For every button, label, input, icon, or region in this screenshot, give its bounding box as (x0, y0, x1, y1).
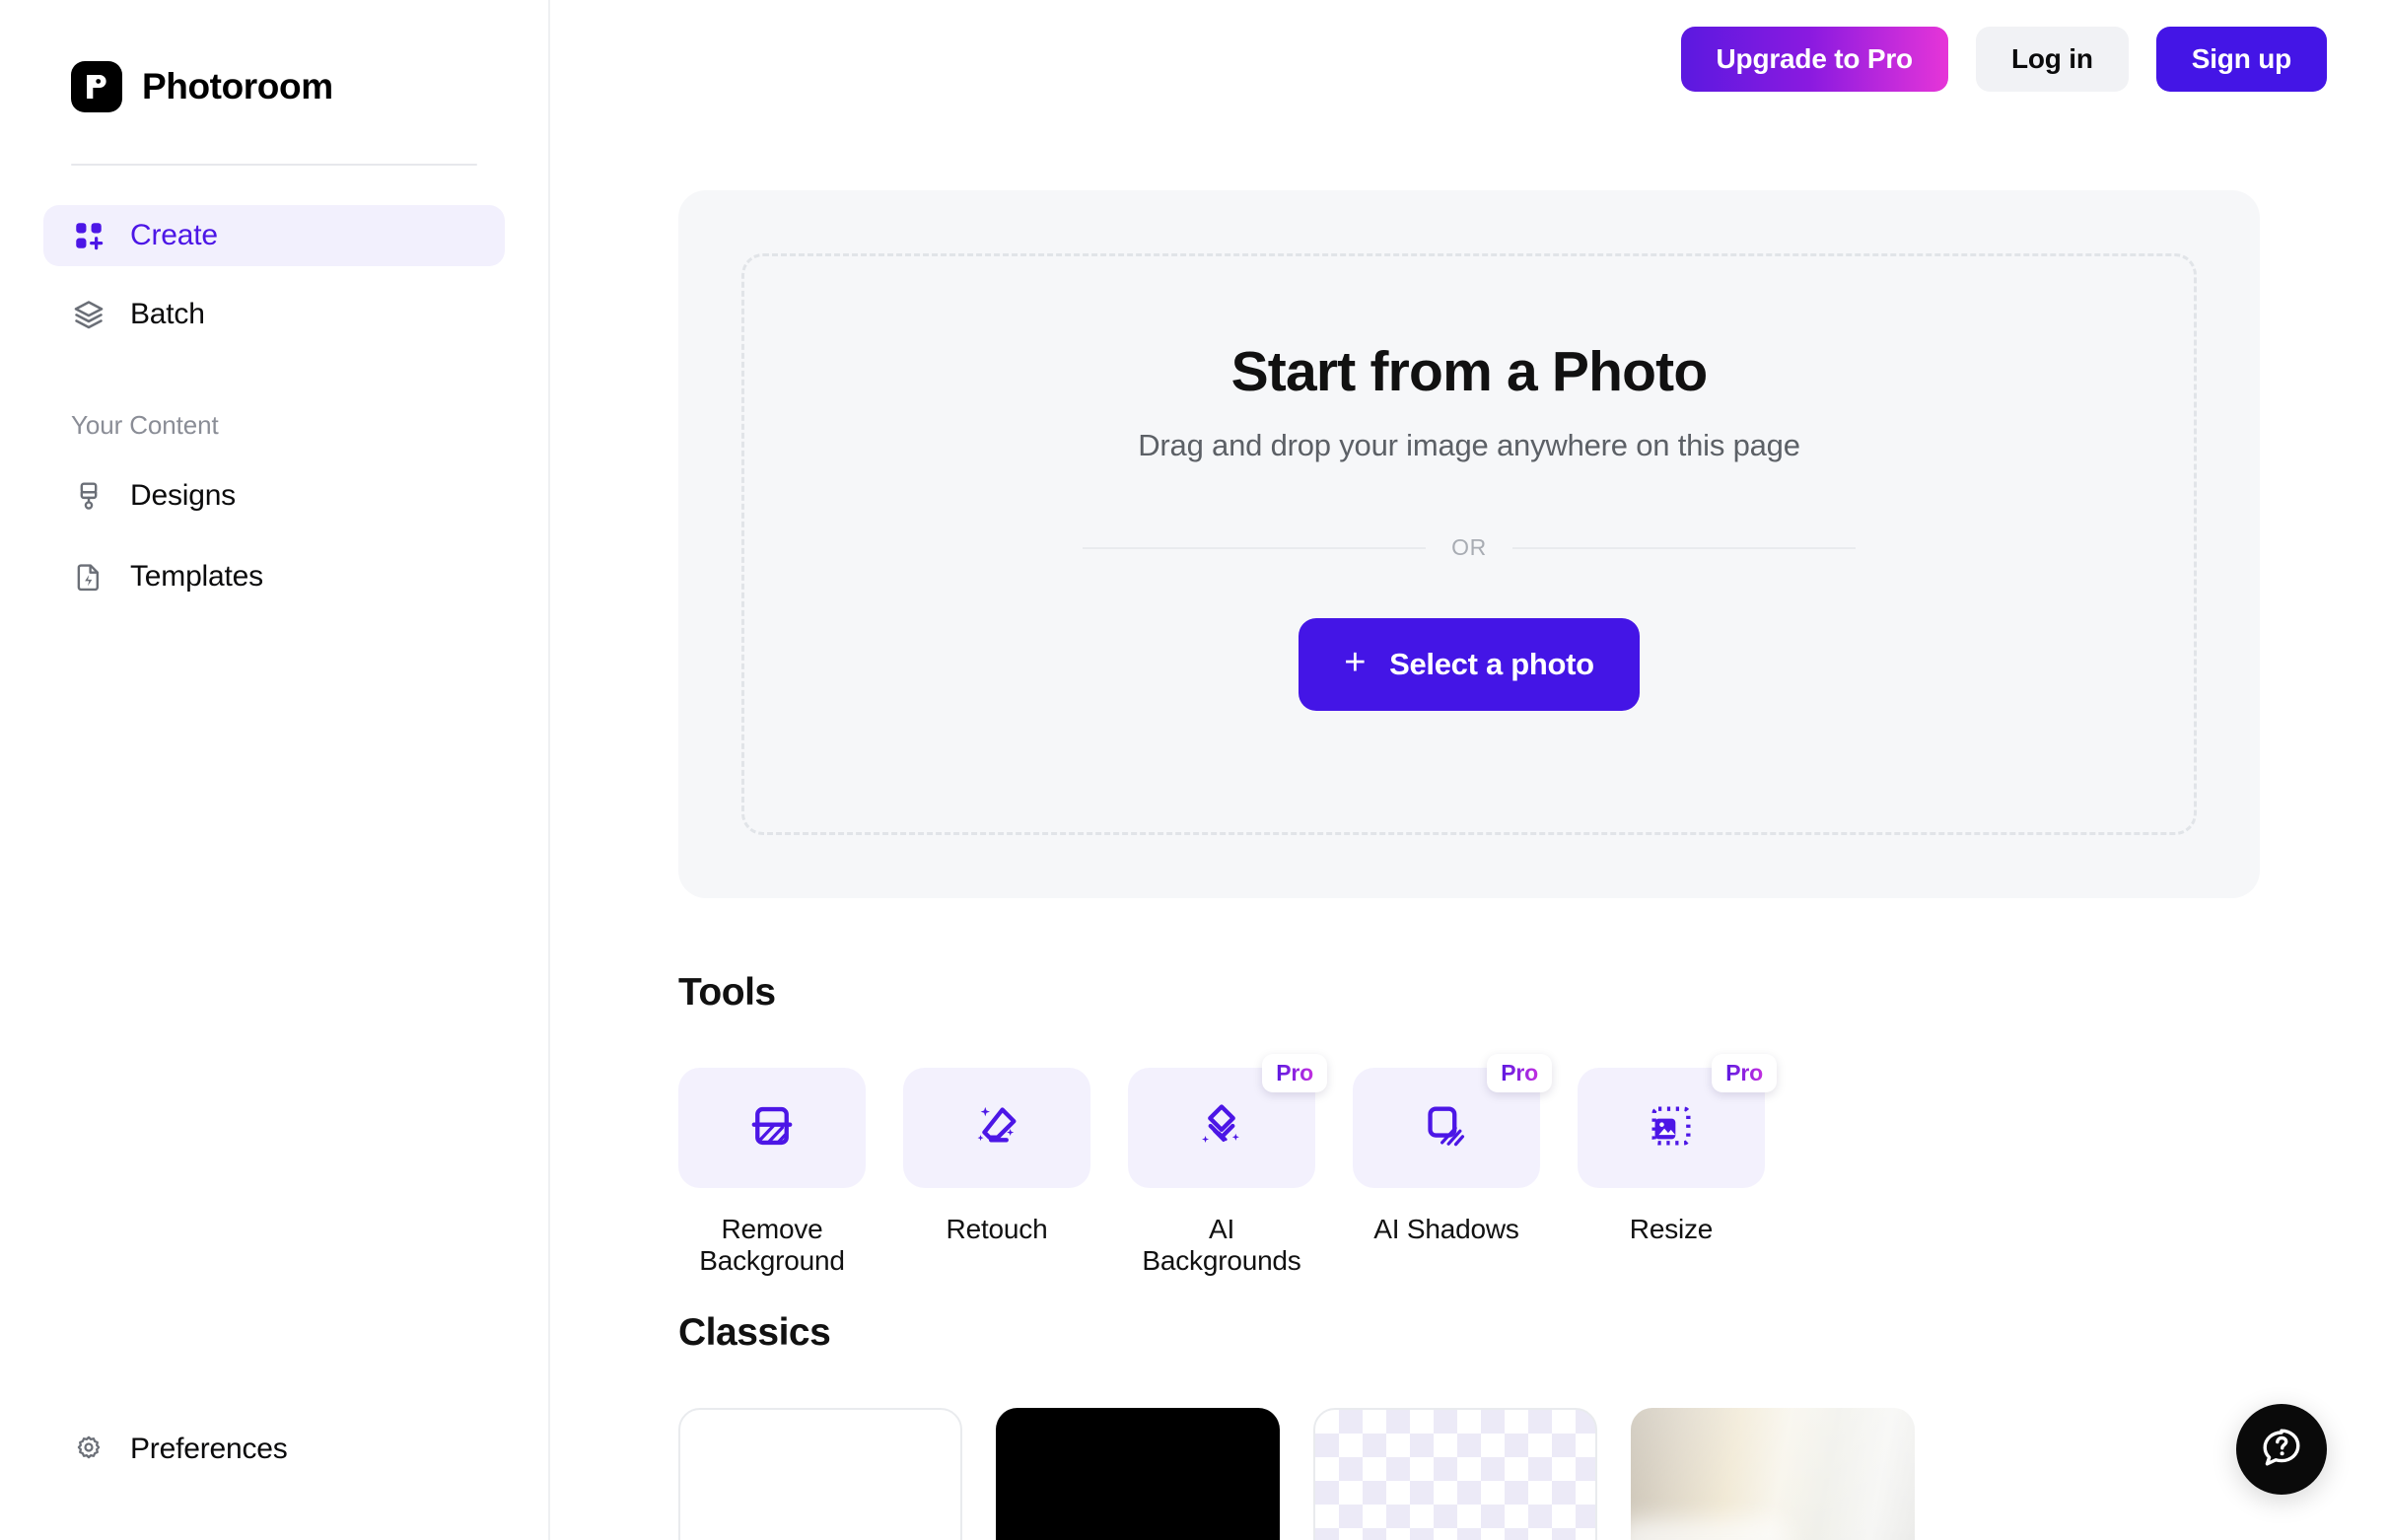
sidebar: Photoroom Create Batch Your Content Desi… (0, 0, 550, 1540)
classics-heading: Classics (678, 1311, 831, 1354)
hero-card: Start from a Photo Drag and drop your im… (678, 190, 2260, 898)
pro-badge-label: Pro (1725, 1060, 1763, 1085)
or-divider: OR (1083, 534, 1857, 561)
pro-badge-label: Pro (1276, 1060, 1313, 1085)
sidebar-item-designs[interactable]: Designs (43, 466, 505, 525)
tool-retouch[interactable]: Retouch (903, 1068, 1090, 1278)
tool-label: Retouch (946, 1214, 1048, 1244)
help-button[interactable] (2236, 1404, 2327, 1495)
tool-label: AI Shadows (1373, 1214, 1519, 1244)
remove-background-icon (746, 1100, 798, 1156)
tool-remove-background[interactable]: Remove Background (678, 1068, 866, 1278)
select-a-photo-button[interactable]: + Select a photo (1299, 618, 1640, 711)
main-content: Upgrade to Pro Log in Sign up Start from… (550, 0, 2388, 1540)
sidebar-item-label: Create (130, 219, 218, 251)
tools-section: Tools Remove Background Retouch Pro AI B… (678, 971, 1777, 1278)
tools-heading: Tools (678, 971, 776, 1014)
brand-name: Photoroom (142, 66, 333, 106)
pro-badge: Pro (1262, 1054, 1327, 1092)
tool-tile: Pro (1128, 1054, 1327, 1188)
tool-ai-backgrounds[interactable]: Pro AI Backgrounds (1128, 1054, 1327, 1278)
tool-label: Resize (1629, 1214, 1714, 1244)
sidebar-item-create[interactable]: Create (43, 205, 505, 266)
layers-icon (71, 297, 106, 332)
sidebar-item-label: Preferences (130, 1433, 288, 1465)
classic-card-transparent[interactable] (1313, 1408, 1597, 1540)
classics-section: Classics (678, 1311, 1915, 1540)
classic-card-white[interactable] (678, 1408, 962, 1540)
plus-icon: + (1344, 642, 1367, 683)
tools-row: Remove Background Retouch Pro AI Backgro… (678, 1054, 1777, 1278)
sidebar-item-label: Batch (130, 298, 205, 330)
gear-icon (71, 1432, 106, 1467)
pro-badge: Pro (1712, 1054, 1777, 1092)
ai-backgrounds-icon (1196, 1100, 1247, 1156)
tool-resize[interactable]: Pro Resize (1578, 1054, 1777, 1278)
divider-line-right (1511, 546, 1857, 549)
hero-subtitle: Drag and drop your image anywhere on thi… (1138, 428, 1800, 462)
classic-card-photo[interactable] (1631, 1408, 1915, 1540)
photo-dropzone[interactable]: Start from a Photo Drag and drop your im… (741, 253, 2197, 835)
tool-tile (903, 1068, 1090, 1188)
classic-card-black[interactable] (996, 1408, 1280, 1540)
sidebar-section-label: Your Content (71, 410, 219, 440)
tool-ai-shadows[interactable]: Pro AI Shadows (1353, 1054, 1552, 1278)
tool-label: AI Backgrounds (1142, 1214, 1301, 1277)
classics-row (678, 1408, 1915, 1540)
retouch-eraser-icon (971, 1100, 1022, 1156)
tool-label: Remove Background (699, 1214, 845, 1277)
sidebar-item-preferences[interactable]: Preferences (43, 1420, 316, 1479)
sidebar-item-label: Designs (130, 479, 236, 512)
sidebar-item-batch[interactable]: Batch (43, 284, 505, 345)
brand: Photoroom (0, 0, 548, 112)
sidebar-item-label: Templates (130, 560, 263, 593)
file-lightning-icon (71, 559, 106, 595)
photoroom-logo-icon (71, 61, 122, 112)
divider-line-left (1083, 546, 1427, 549)
sidebar-item-templates[interactable]: Templates (43, 547, 505, 606)
primary-nav: Create Batch (0, 166, 548, 345)
app-root: Photoroom Create Batch Your Content Desi… (0, 0, 2388, 1540)
preferences-container: Preferences (43, 1420, 316, 1479)
tool-tile (678, 1068, 866, 1188)
pro-badge-label: Pro (1501, 1060, 1538, 1085)
scroll-area: Start from a Photo Drag and drop your im… (550, 0, 2388, 1540)
or-label: OR (1451, 534, 1487, 560)
ai-shadows-icon (1421, 1100, 1472, 1156)
pro-badge: Pro (1487, 1054, 1552, 1092)
select-a-photo-label: Select a photo (1389, 647, 1594, 681)
tool-tile: Pro (1353, 1054, 1552, 1188)
grid-plus-icon (71, 218, 106, 253)
content-nav: Designs Templates (0, 441, 548, 606)
paintbrush-icon (71, 478, 106, 514)
tool-tile: Pro (1578, 1054, 1777, 1188)
page-title: Start from a Photo (1230, 340, 1709, 403)
help-question-bubble-icon (2258, 1424, 2305, 1476)
resize-icon (1646, 1100, 1697, 1156)
